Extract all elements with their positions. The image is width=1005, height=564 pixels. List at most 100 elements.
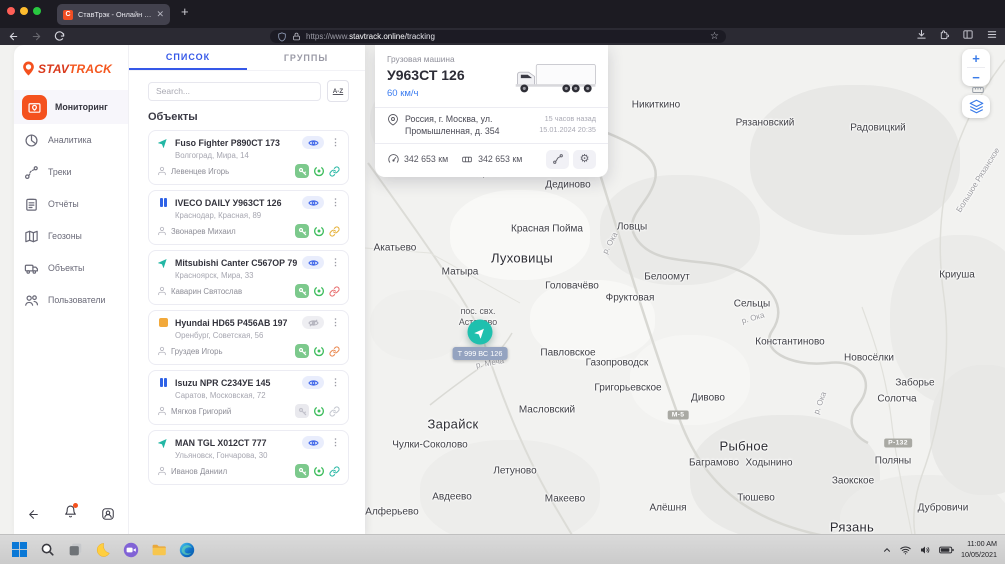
- vehicle-menu-button[interactable]: ⋮: [331, 377, 340, 388]
- forward-icon[interactable]: [31, 31, 42, 42]
- zoom-in-button[interactable]: +: [962, 49, 990, 67]
- map-label: Рязановский: [736, 118, 795, 129]
- connection-link-icon: [329, 166, 340, 177]
- vehicle-card[interactable]: IVECO DAILY У963СТ 126 ⋮ Краснодар, Крас…: [148, 190, 349, 245]
- downloads-icon[interactable]: [916, 29, 927, 40]
- back-icon[interactable]: [8, 31, 19, 42]
- vehicle-card[interactable]: Isuzu NPR С234УЕ 145 ⋮ Саратов, Московск…: [148, 370, 349, 425]
- vehicle-settings-button[interactable]: ⚙: [573, 150, 596, 169]
- close-window-button[interactable]: [7, 7, 15, 15]
- map-label: Макеево: [545, 494, 585, 505]
- moon-app-icon[interactable]: [94, 541, 112, 559]
- profile-icon[interactable]: [101, 507, 115, 521]
- signal-icon: [313, 285, 325, 297]
- extensions-icon[interactable]: [939, 29, 950, 40]
- url-bar[interactable]: https://www.stavtrack.online/tracking ☆: [270, 30, 726, 43]
- zoom-out-button[interactable]: −: [962, 68, 990, 86]
- sidebar-item-analytics[interactable]: Аналитика: [14, 124, 128, 156]
- driver-name: Груздев Игорь: [171, 347, 291, 356]
- sidebar-item-label: Объекты: [48, 263, 84, 273]
- driver-name: Левенцев Игорь: [171, 167, 291, 176]
- video-app-icon[interactable]: [122, 541, 140, 559]
- signal-icon: [313, 165, 325, 177]
- vehicle-menu-button[interactable]: ⋮: [331, 137, 340, 148]
- vehicle-menu-button[interactable]: ⋮: [331, 197, 340, 208]
- vehicle-marker[interactable]: [468, 320, 493, 345]
- tab-list[interactable]: СПИСОК: [129, 45, 247, 70]
- vehicle-card[interactable]: Mitsubishi Canter С567ОР 790 ⋮ Красноярс…: [148, 250, 349, 305]
- truck-icon: [22, 259, 40, 277]
- vehicle-address: Саратов, Московская, 72: [157, 389, 340, 404]
- volume-icon[interactable]: [919, 544, 932, 556]
- visibility-eye-toggle[interactable]: [302, 436, 324, 449]
- bookmark-star-icon[interactable]: ☆: [710, 32, 719, 42]
- wifi-icon[interactable]: [899, 544, 912, 556]
- ignition-key-icon: [295, 164, 309, 178]
- sort-az-button[interactable]: A-Z: [327, 80, 349, 102]
- sidebar-item-users[interactable]: Пользователи: [14, 284, 128, 316]
- sidebar-item-geozones[interactable]: Геозоны: [14, 220, 128, 252]
- vehicle-address: Красноярск, Мира, 33: [157, 269, 340, 284]
- vehicle-name: Isuzu NPR С234УЕ 145: [175, 378, 297, 388]
- map-label: Ловцы: [617, 222, 647, 233]
- start-button-icon[interactable]: [10, 541, 28, 559]
- visibility-eye-toggle[interactable]: [302, 376, 324, 389]
- ruler-icon[interactable]: [972, 86, 984, 94]
- search-icon[interactable]: [38, 541, 56, 559]
- can-mileage-value: 342 653 км: [478, 154, 522, 164]
- sidebar-toggle-icon[interactable]: [962, 29, 974, 40]
- search-input[interactable]: [148, 82, 321, 101]
- new-tab-button[interactable]: +: [181, 5, 189, 18]
- tab-close-icon[interactable]: ✕: [156, 10, 164, 19]
- reload-icon[interactable]: [54, 31, 65, 42]
- map-label: Григорьевское: [594, 383, 661, 394]
- map-layers-button[interactable]: [962, 95, 990, 118]
- vehicle-card[interactable]: Hyundai HD65 Р456АВ 197 ⋮ Оренбург, Сове…: [148, 310, 349, 365]
- sidebar-item-objects[interactable]: Объекты: [14, 252, 128, 284]
- visibility-eye-toggle[interactable]: [302, 196, 324, 209]
- vehicle-card[interactable]: MAN TGL Х012СТ 777 ⋮ Ульяновск, Гончаров…: [148, 430, 349, 485]
- route-icon: [22, 163, 40, 181]
- show-track-button[interactable]: [546, 150, 569, 169]
- sidebar-item-tracks[interactable]: Треки: [14, 156, 128, 188]
- edge-browser-icon[interactable]: [178, 541, 196, 559]
- browser-tab[interactable]: С СтавТрэк - Онлайн мониторинг ✕: [57, 4, 170, 25]
- map-label: Авдеево: [432, 492, 472, 503]
- analytics-icon: [22, 131, 40, 149]
- location-pin-icon: [387, 114, 399, 126]
- sidebar-item-monitoring[interactable]: Мониторинг: [14, 90, 128, 124]
- file-explorer-icon[interactable]: [150, 541, 168, 559]
- vehicle-address: Россия, г. Москва, ул.Промышленная, д. 3…: [405, 114, 533, 138]
- map-label: Тюшево: [737, 493, 775, 504]
- minimize-window-button[interactable]: [20, 7, 28, 15]
- lock-icon[interactable]: [292, 32, 301, 41]
- vehicle-status-icon: [157, 257, 170, 268]
- app-area: НикиткиноРязановскийРадовицкийБольшое Ря…: [0, 45, 1005, 535]
- vehicle-menu-button[interactable]: ⋮: [331, 257, 340, 268]
- ignition-key-icon: [295, 224, 309, 238]
- visibility-eye-toggle[interactable]: [302, 136, 324, 149]
- odometer-stat: 342 653 км: [387, 153, 448, 165]
- map-zoom-control: + −: [962, 49, 990, 86]
- visibility-eye-toggle[interactable]: [302, 316, 324, 329]
- map-label: Дединово: [545, 180, 590, 191]
- shield-icon[interactable]: [277, 32, 287, 42]
- vehicle-menu-button[interactable]: ⋮: [331, 317, 340, 328]
- taskbar-clock[interactable]: 11:00 AM 10/05/2021: [961, 539, 997, 559]
- back-arrow-icon[interactable]: [27, 508, 40, 521]
- notifications-bell-icon[interactable]: [64, 505, 77, 523]
- sidebar-item-reports[interactable]: Отчёты: [14, 188, 128, 220]
- window-controls: [7, 7, 41, 15]
- map-label: Рязань: [830, 520, 874, 535]
- visibility-eye-toggle[interactable]: [302, 256, 324, 269]
- map-label: Никиткино: [632, 100, 680, 111]
- task-view-icon[interactable]: [66, 541, 84, 559]
- maximize-window-button[interactable]: [33, 7, 41, 15]
- battery-icon[interactable]: [939, 545, 954, 555]
- tray-chevron-icon[interactable]: [882, 545, 892, 555]
- vehicle-card[interactable]: Fuso Fighter Р890СТ 173 ⋮ Волгоград, Мир…: [148, 130, 349, 185]
- tab-groups[interactable]: ГРУППЫ: [247, 45, 365, 70]
- vehicle-menu-button[interactable]: ⋮: [331, 437, 340, 448]
- map-label: Фруктовая: [606, 293, 655, 304]
- menu-hamburger-icon[interactable]: [986, 29, 998, 40]
